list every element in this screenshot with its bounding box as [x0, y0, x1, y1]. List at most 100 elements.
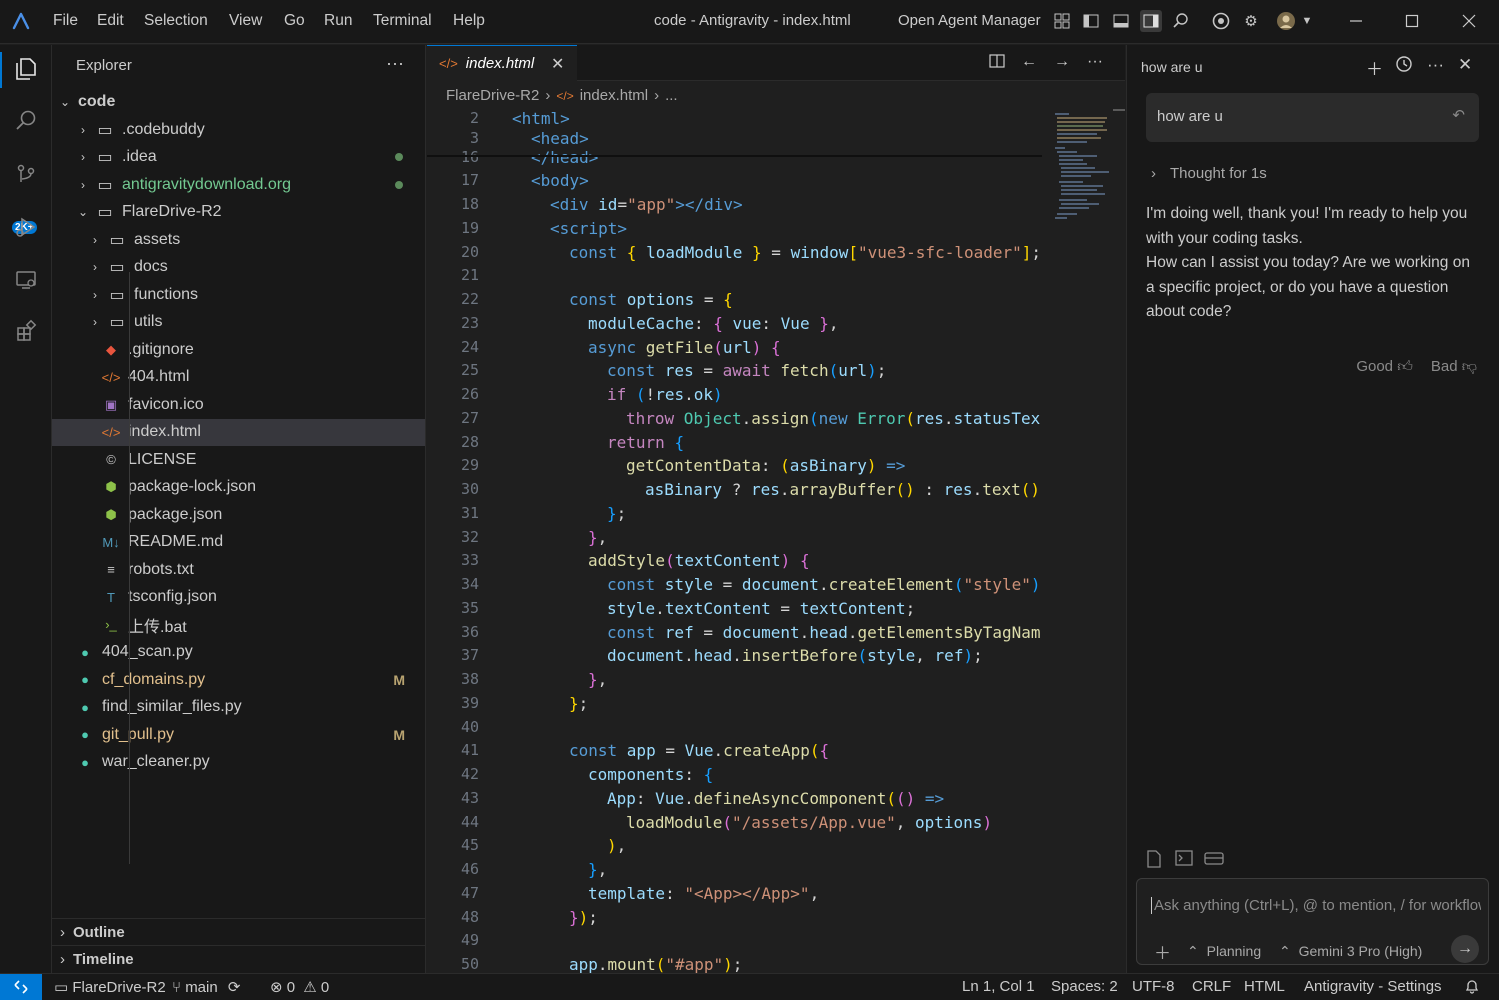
- file-context-icon[interactable]: [1146, 850, 1162, 873]
- feedback-bad-button[interactable]: Bad 👎︎: [1431, 358, 1477, 376]
- tree-item[interactable]: Ttsconfig.json: [52, 584, 425, 611]
- tree-item[interactable]: ⬢ package.json: [52, 501, 425, 528]
- close-window-button[interactable]: [1458, 10, 1480, 32]
- toggle-primary-sidebar-icon[interactable]: [1080, 10, 1102, 32]
- git-branch-icon: ⑂: [172, 979, 182, 996]
- mode-selector[interactable]: ⌃ Planning: [1187, 943, 1261, 960]
- tree-item[interactable]: › ▭ antigravitydownload.org: [52, 171, 425, 198]
- customize-layout-icon[interactable]: [1051, 10, 1073, 32]
- menu-file[interactable]: File: [53, 12, 78, 30]
- mcp-context-icon[interactable]: [1204, 850, 1224, 871]
- breadcrumb-folder[interactable]: FlareDrive-R2: [446, 87, 539, 104]
- eol-status[interactable]: CRLF: [1192, 978, 1231, 995]
- settings-gear-icon[interactable]: ⚙: [1240, 10, 1262, 32]
- tree-root-code[interactable]: ⌄ code: [52, 88, 425, 115]
- minimize-button[interactable]: [1345, 10, 1367, 32]
- menu-terminal[interactable]: Terminal: [373, 12, 432, 30]
- go-forward-icon[interactable]: →: [1054, 53, 1070, 71]
- search-view-icon[interactable]: [8, 103, 44, 139]
- tree-item[interactable]: › ▭ assets: [52, 226, 425, 253]
- editor-scrollbar[interactable]: [1113, 109, 1125, 973]
- chevron-down-icon[interactable]: ▼: [1296, 10, 1318, 32]
- timeline-panel-header[interactable]: › Timeline: [52, 945, 425, 972]
- send-button[interactable]: →: [1451, 935, 1479, 963]
- tree-item[interactable]: M↓ README.md: [52, 529, 425, 556]
- menu-go[interactable]: Go: [284, 12, 305, 30]
- add-context-icon[interactable]: ＋: [1154, 939, 1171, 964]
- source-control-icon[interactable]: [8, 157, 44, 193]
- toggle-panel-icon[interactable]: [1110, 10, 1132, 32]
- browser-icon[interactable]: [1210, 10, 1232, 32]
- tree-item[interactable]: </> index.html: [52, 418, 425, 446]
- chat-input[interactable]: [1151, 897, 1481, 914]
- more-actions-icon[interactable]: ···: [386, 53, 404, 74]
- user-message-bubble[interactable]: how are u ↶: [1146, 93, 1479, 142]
- project-status[interactable]: ▭ FlareDrive-R2: [54, 978, 166, 996]
- explorer-icon[interactable]: [8, 51, 44, 87]
- feedback-good-button[interactable]: Good 👍︎: [1356, 358, 1413, 376]
- tree-item[interactable]: ● 404_scan.py: [52, 639, 425, 666]
- thought-toggle[interactable]: › Thought for 1s: [1151, 165, 1267, 182]
- menu-run[interactable]: Run: [324, 12, 352, 30]
- run-debug-icon[interactable]: [8, 209, 44, 245]
- tree-item[interactable]: ● git_pull.py M: [52, 721, 425, 748]
- menu-selection[interactable]: Selection: [144, 12, 208, 30]
- tree-item[interactable]: ≡ robots.txt: [52, 556, 425, 583]
- breadcrumb-symbol[interactable]: ...: [665, 87, 678, 104]
- remote-explorer-icon[interactable]: [8, 262, 44, 298]
- editor-more-icon[interactable]: ···: [1087, 53, 1103, 71]
- problems-status[interactable]: ⊗ 0 ⚠ 0: [270, 978, 329, 996]
- tree-item[interactable]: › ▭ .idea: [52, 144, 425, 171]
- breadcrumb-file[interactable]: index.html: [580, 87, 648, 104]
- cursor-position[interactable]: Ln 1, Col 1: [962, 978, 1035, 995]
- menu-view[interactable]: View: [229, 12, 262, 30]
- new-chat-icon[interactable]: ＋: [1366, 55, 1383, 80]
- settings-status[interactable]: Antigravity - Settings: [1304, 978, 1442, 995]
- search-icon[interactable]: [1170, 10, 1192, 32]
- toggle-secondary-sidebar-icon[interactable]: [1140, 10, 1162, 32]
- minimap[interactable]: [1051, 109, 1111, 229]
- menu-help[interactable]: Help: [453, 12, 485, 30]
- split-editor-icon[interactable]: [989, 53, 1005, 74]
- model-selector[interactable]: ⌃ Gemini 3 Pro (High): [1279, 943, 1422, 960]
- tree-item[interactable]: ⌄ ▭ FlareDrive-R2: [52, 199, 425, 226]
- tree-item[interactable]: › ▭ .codebuddy: [52, 116, 425, 143]
- tree-item[interactable]: ● cf_domains.py M: [52, 666, 425, 693]
- tree-item[interactable]: ⬢ package-lock.json: [52, 474, 425, 501]
- undo-icon[interactable]: ↶: [1452, 106, 1465, 124]
- tree-item[interactable]: › ▭ utils: [52, 309, 425, 336]
- chat-more-icon[interactable]: ···: [1427, 55, 1444, 75]
- outline-panel-header[interactable]: › Outline: [52, 918, 425, 945]
- maximize-button[interactable]: [1401, 10, 1423, 32]
- close-panel-icon[interactable]: ✕: [1458, 55, 1472, 75]
- language-mode[interactable]: HTML: [1244, 978, 1285, 995]
- go-back-icon[interactable]: ←: [1021, 53, 1037, 71]
- terminal-context-icon[interactable]: [1175, 850, 1193, 871]
- remote-indicator-icon[interactable]: [0, 974, 42, 1000]
- code-editor[interactable]: 2<html>3<head>16</head>17<body>18<div id…: [427, 109, 1047, 973]
- tree-item[interactable]: ● find_similar_files.py: [52, 694, 425, 721]
- tree-item[interactable]: ● war_cleaner.py: [52, 749, 425, 776]
- tree-item-label: find_similar_files.py: [102, 698, 242, 715]
- tree-item-label: antigravitydownload.org: [122, 175, 291, 193]
- tree-item[interactable]: ◆ .gitignore: [52, 336, 425, 363]
- code-token: Vue: [684, 741, 714, 761]
- branch-status[interactable]: ⑂ main ⟳: [172, 978, 240, 996]
- menu-edit[interactable]: Edit: [97, 12, 124, 30]
- account-avatar-icon[interactable]: [1274, 10, 1298, 32]
- history-icon[interactable]: [1395, 55, 1413, 78]
- tree-item[interactable]: </> 404.html: [52, 364, 425, 391]
- indentation-status[interactable]: Spaces: 2: [1051, 978, 1118, 995]
- open-agent-manager-button[interactable]: Open Agent Manager: [898, 12, 1041, 29]
- tree-item[interactable]: © LICENSE: [52, 446, 425, 473]
- extensions-icon[interactable]: [8, 313, 44, 349]
- close-tab-icon[interactable]: ✕: [551, 54, 564, 74]
- tree-item[interactable]: ▣ favicon.ico: [52, 391, 425, 418]
- tab-index-html[interactable]: </> index.html ✕: [427, 45, 577, 81]
- tree-item[interactable]: › ▭ functions: [52, 281, 425, 308]
- encoding-status[interactable]: UTF-8: [1132, 978, 1175, 995]
- explorer-sidebar: Explorer ··· ⌄ code › ▭ .codebuddy › ▭ .idea ›…: [52, 45, 426, 973]
- tree-item[interactable]: › ▭ docs: [52, 254, 425, 281]
- tree-item[interactable]: ›_ 上传.bat: [52, 611, 425, 638]
- notifications-bell-icon[interactable]: [1464, 978, 1480, 998]
